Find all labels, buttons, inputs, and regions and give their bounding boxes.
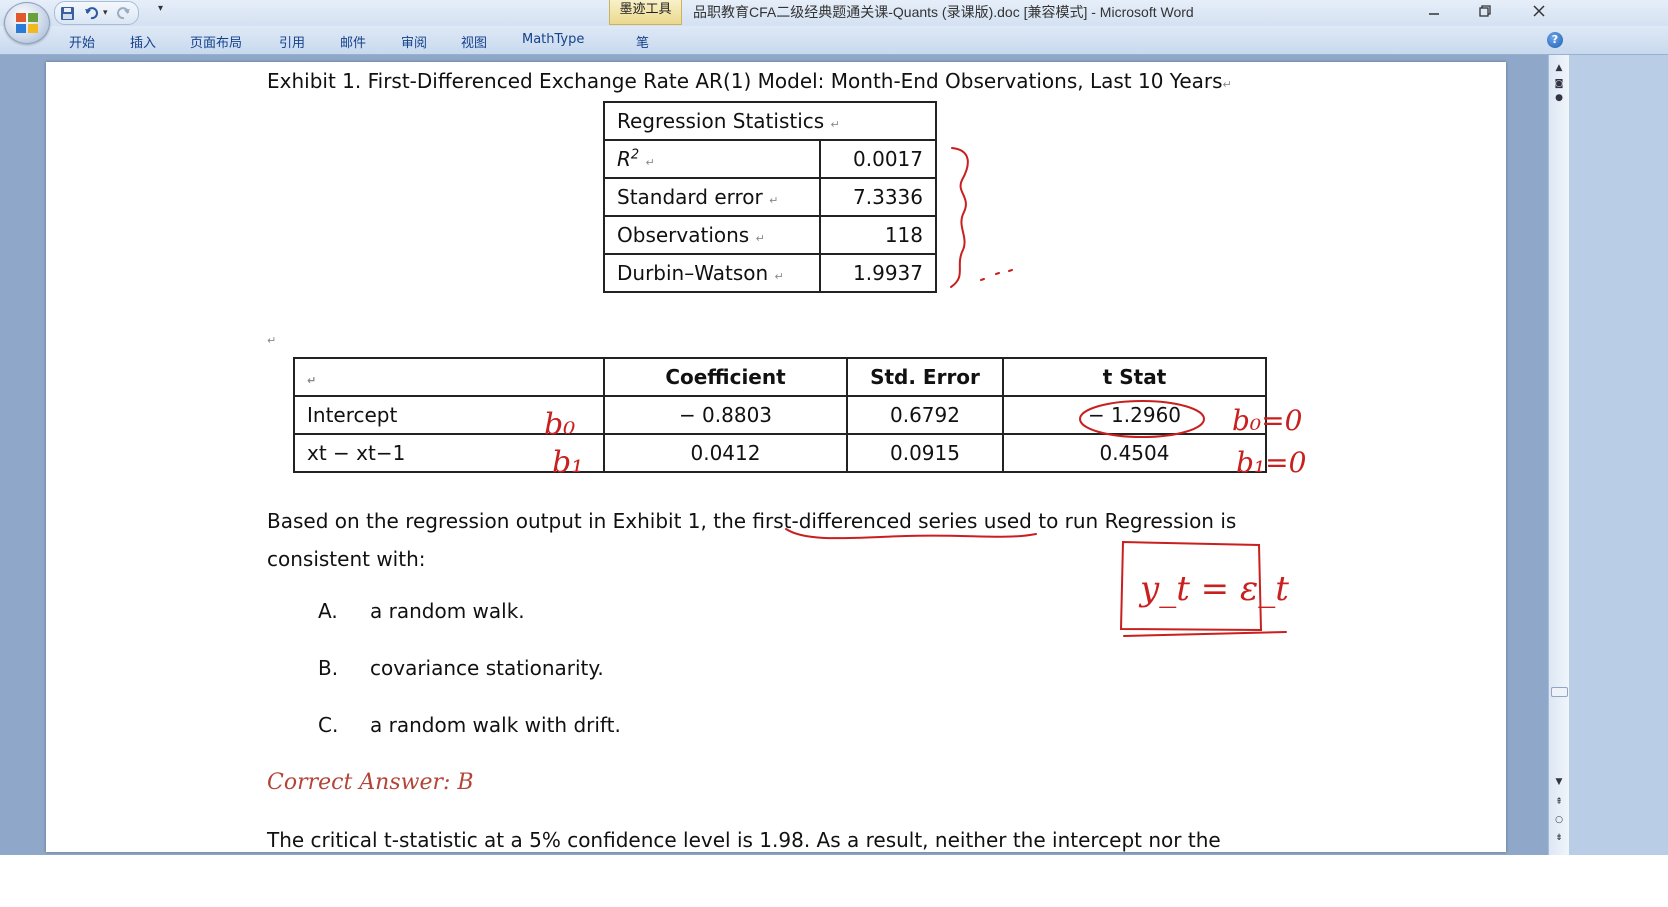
window-title: 品职教育CFA二级经典题通关课-Quants (录课版).doc [兼容模式] …	[693, 4, 1194, 20]
option-text: covariance stationarity.	[370, 656, 604, 680]
table-row: Observations ↵ 118	[603, 215, 937, 255]
table-cell: xt − xt−1	[293, 433, 605, 473]
table-row: Regression Statistics ↵	[603, 101, 937, 141]
option-text: a random walk.	[370, 599, 525, 623]
previous-page-icon[interactable]: ⇞	[1552, 797, 1566, 807]
table-cell: 0.0412	[603, 433, 848, 473]
paragraph-mark: ↵	[267, 334, 277, 347]
correct-answer: Correct Answer: B	[267, 770, 474, 795]
title-bar: ▾ ▾ 墨迹工具 品职教育CFA二级经典题通关课-Quants (录课版).do…	[0, 0, 1668, 44]
table-header-cell: Coefficient	[603, 357, 848, 397]
table-cell: 0.6792	[846, 395, 1004, 435]
browse-object-icon[interactable]: ○	[1552, 815, 1566, 825]
table-cell: − 0.8803	[603, 395, 848, 435]
office-button[interactable]	[4, 2, 50, 44]
table-cell: 0.4504	[1002, 433, 1267, 473]
ruler-toggle-icon[interactable]: ◙	[1552, 79, 1566, 89]
tab-mathtype[interactable]: MathType	[522, 32, 584, 47]
question-text: Based on the regression output in Exhibi…	[267, 509, 1237, 571]
scroll-up-icon[interactable]: ▲	[1552, 63, 1566, 73]
help-icon[interactable]: ?	[1547, 32, 1563, 48]
option-letter: B.	[318, 656, 339, 680]
table-row: Durbin–Watson ↵ 1.9937	[603, 253, 937, 293]
table-row: R2 ↵ 0.0017	[603, 139, 937, 179]
table-cell: 7.3336	[819, 177, 937, 217]
brace-stroke	[950, 147, 969, 288]
table-header-cell: Std. Error	[846, 357, 1004, 397]
ribbon-tab-bar: 开始 插入 页面布局 引用 邮件 审阅 视图 MathType 笔 ?	[0, 26, 1668, 55]
document-page[interactable]: Exhibit 1. First-Differenced Exchange Ra…	[46, 62, 1506, 852]
table-cell: Intercept	[293, 395, 605, 435]
tab-mailings[interactable]: 邮件	[340, 32, 366, 51]
table-header-cell: Regression Statistics ↵	[603, 101, 937, 141]
undo-icon[interactable]	[83, 5, 99, 21]
vertical-scrollbar[interactable]: ▲ ◙ ● ▼ ⇞ ○ ⇟	[1548, 55, 1569, 855]
table-row: xt − xt−1 0.0412 0.0915 0.4504	[293, 433, 1267, 473]
quick-access-toolbar: ▾	[54, 1, 139, 25]
next-page-icon[interactable]: ⇟	[1552, 833, 1566, 843]
option-text: a random walk with drift.	[370, 713, 621, 737]
coefficients-table: ↵ Coefficient Std. Error t Stat Intercep…	[293, 357, 1267, 473]
table-cell: Durbin–Watson ↵	[603, 253, 821, 293]
status-area	[0, 855, 1668, 907]
tab-view[interactable]: 视图	[461, 32, 487, 51]
table-cell: 0.0915	[846, 433, 1004, 473]
table-row: Standard error ↵ 7.3336	[603, 177, 937, 217]
office-logo-icon	[16, 13, 38, 33]
tab-page-layout[interactable]: 页面布局	[190, 32, 242, 51]
tab-insert[interactable]: 插入	[130, 32, 156, 51]
tab-pen[interactable]: 笔	[636, 32, 649, 51]
explanation-text: The critical t-statistic at a 5% confide…	[267, 828, 1221, 852]
save-icon[interactable]	[59, 5, 75, 21]
dot-trail	[980, 269, 1013, 281]
ink-tools-context-tab[interactable]: 墨迹工具	[609, 0, 682, 25]
scroll-thumb[interactable]	[1551, 687, 1568, 697]
restore-icon[interactable]	[1462, 0, 1508, 22]
table-header-cell: t Stat	[1002, 357, 1267, 397]
table-cell: Observations ↵	[603, 215, 821, 255]
table-row: Intercept − 0.8803 0.6792 − 1.2960	[293, 395, 1267, 435]
close-icon[interactable]	[1516, 0, 1562, 22]
table-cell: 1.9937	[819, 253, 937, 293]
table-row: ↵ Coefficient Std. Error t Stat	[293, 357, 1267, 397]
scroll-down-icon[interactable]: ▼	[1552, 777, 1566, 787]
tab-review[interactable]: 审阅	[401, 32, 427, 51]
undo-dropdown-icon[interactable]: ▾	[103, 8, 108, 18]
option-letter: A.	[318, 599, 338, 623]
table-header-cell: ↵	[293, 357, 605, 397]
exhibit-caption: Exhibit 1. First-Differenced Exchange Ra…	[267, 69, 1232, 93]
tab-home[interactable]: 开始	[69, 32, 95, 51]
table-cell: 118	[819, 215, 937, 255]
minimize-icon[interactable]	[1411, 0, 1457, 22]
box-underline	[1123, 631, 1287, 637]
regression-statistics-table: Regression Statistics ↵ R2 ↵ 0.0017 Stan…	[603, 101, 937, 293]
tab-references[interactable]: 引用	[279, 32, 305, 51]
table-cell: 0.0017	[819, 139, 937, 179]
table-cell: Standard error ↵	[603, 177, 821, 217]
scroll-top-icon[interactable]: ●	[1552, 93, 1566, 103]
table-cell: R2 ↵	[603, 139, 821, 179]
redo-icon[interactable]	[116, 5, 132, 21]
option-letter: C.	[318, 713, 339, 737]
customize-dropdown-icon[interactable]: ▾	[158, 3, 163, 14]
table-cell: − 1.2960	[1002, 395, 1267, 435]
